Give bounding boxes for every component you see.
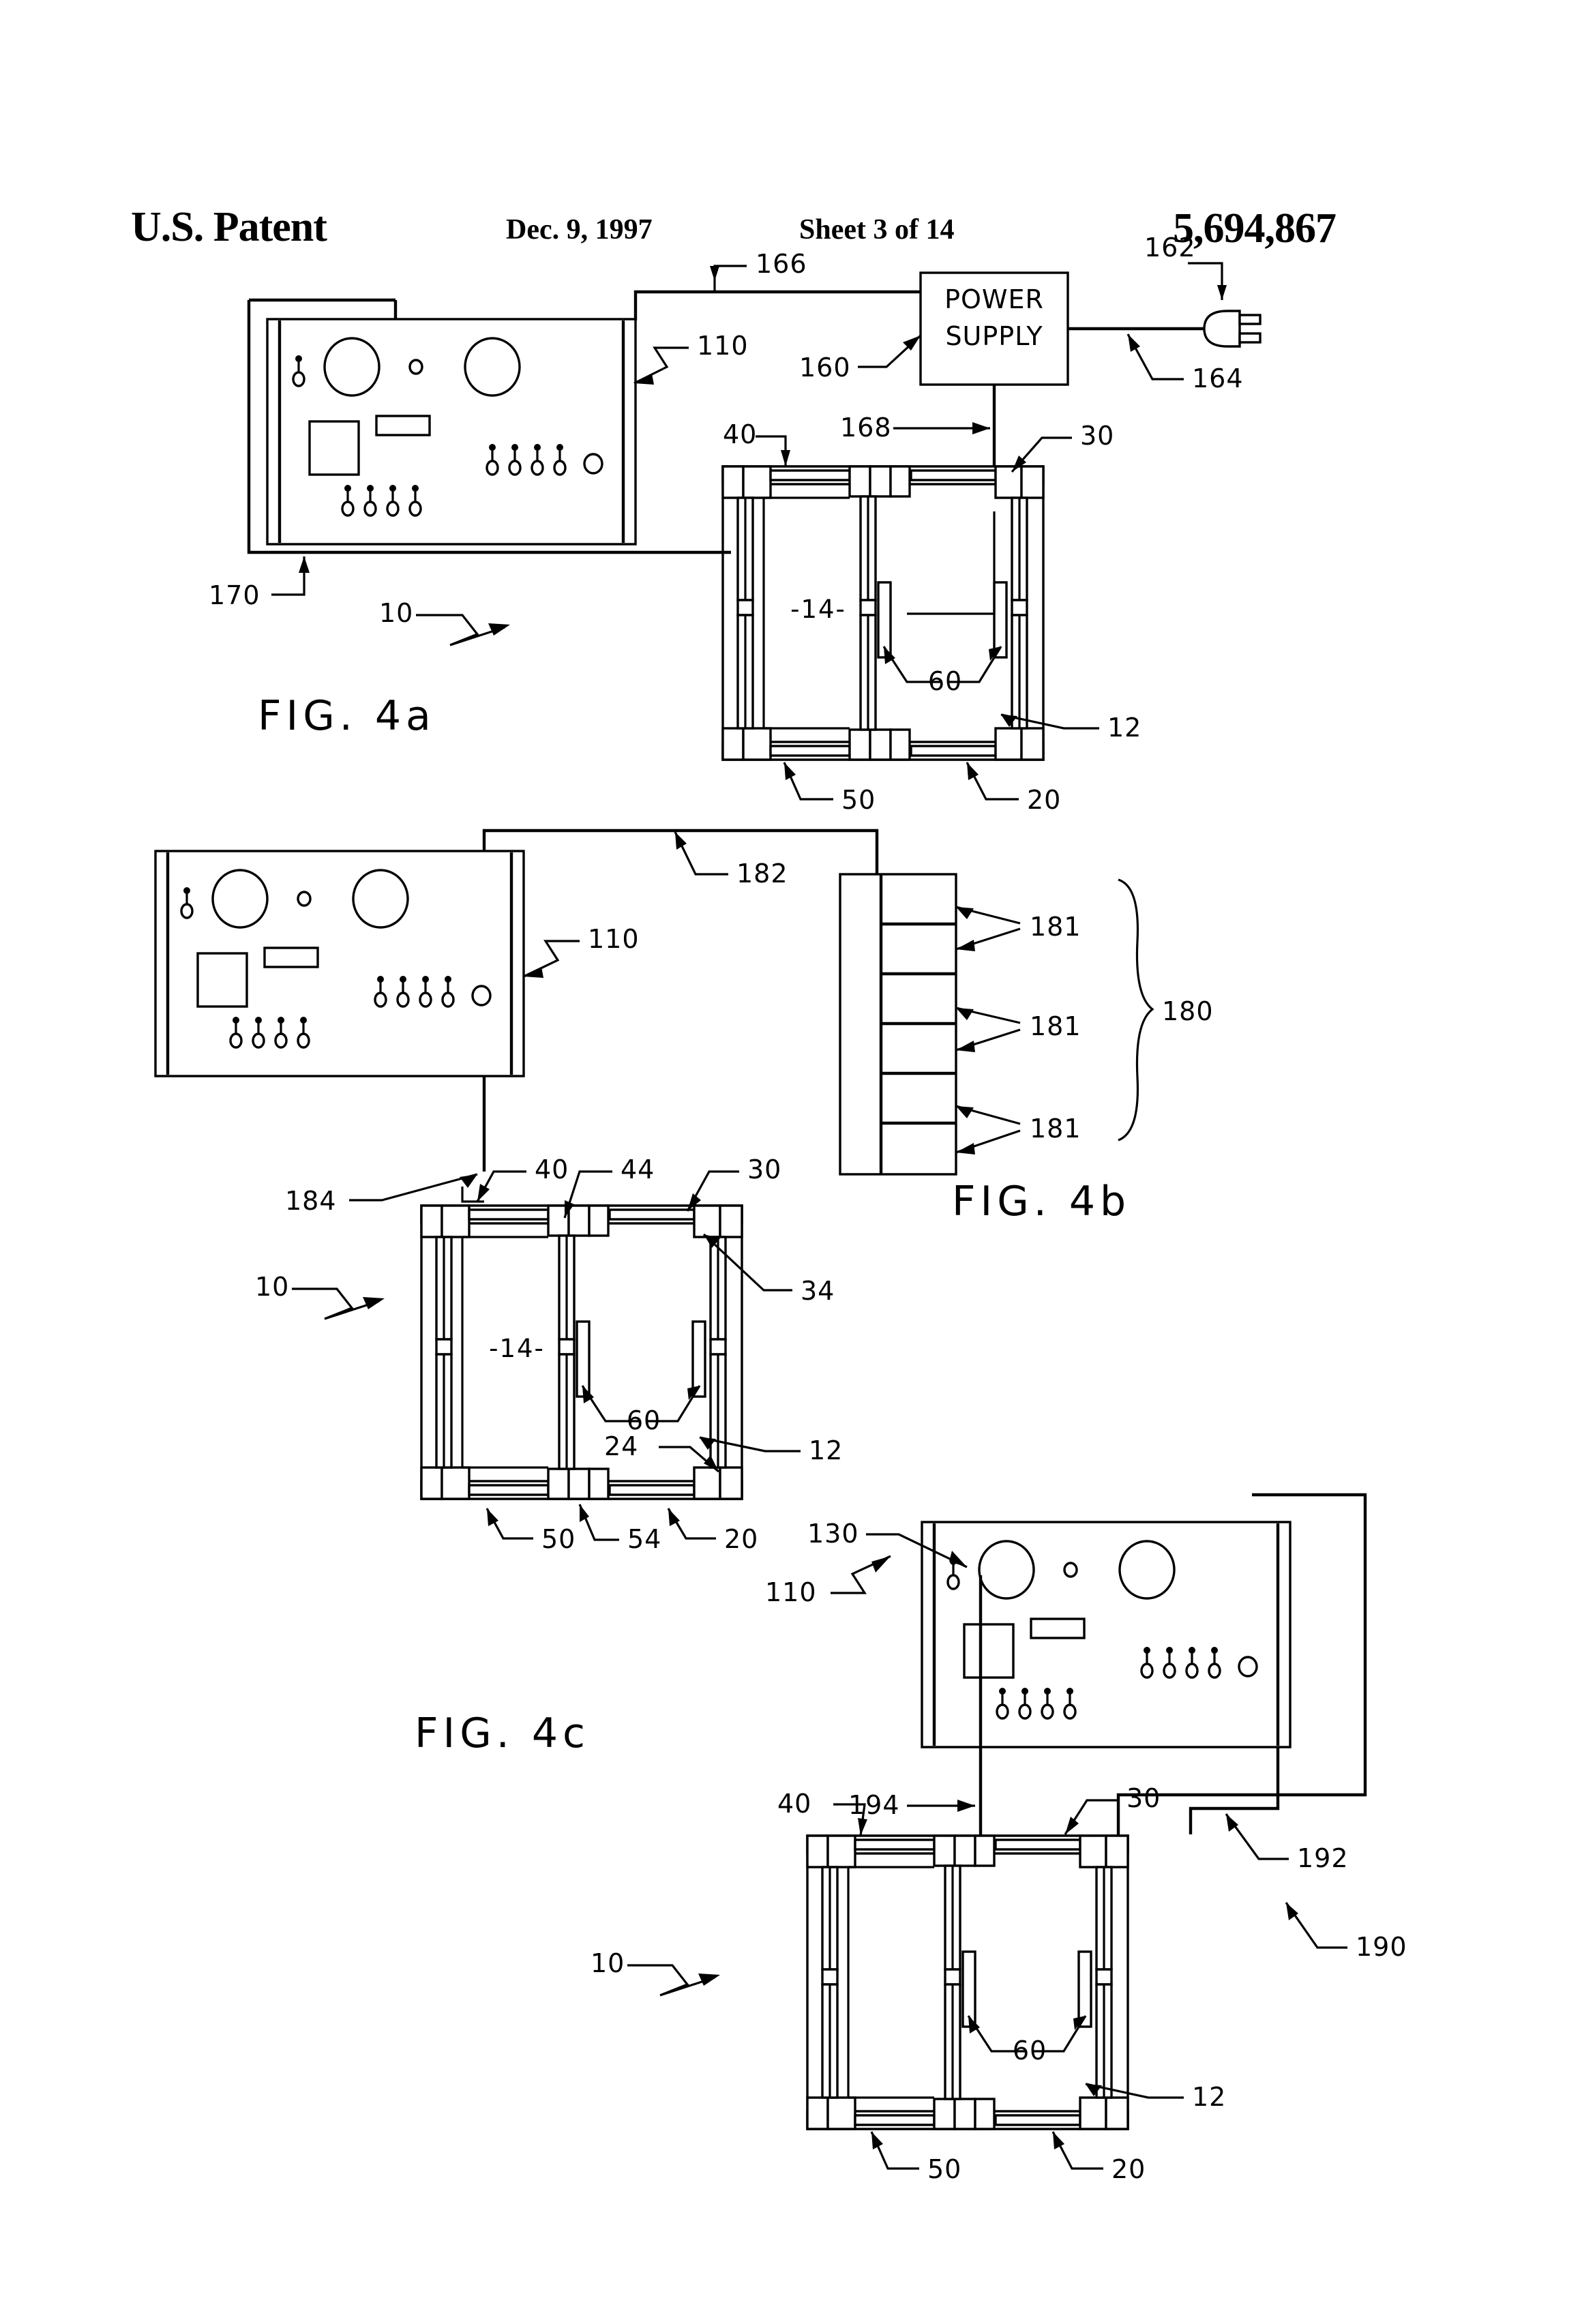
- ref-110: 110: [697, 331, 749, 361]
- figure-4c: 130 110 40 194 30 192 190 10 60 12 50 20…: [415, 1493, 1407, 2184]
- ref-130: 130: [807, 1519, 859, 1549]
- ref-50-4a: 50: [841, 785, 876, 815]
- ref-192: 192: [1297, 1843, 1349, 1873]
- leader-50-4c: [870, 2131, 919, 2170]
- cell-label-14-4b: -14-: [489, 1334, 545, 1363]
- leader-54: [578, 1504, 619, 1541]
- leader-50-4a: [783, 762, 833, 801]
- frame-assembly-4b: -14-: [420, 1204, 743, 1500]
- ref-10-4b: 10: [255, 1272, 289, 1302]
- ref-168: 168: [840, 413, 892, 443]
- ref-20-4c: 20: [1111, 2154, 1146, 2184]
- ref-34: 34: [801, 1276, 835, 1306]
- ref-194: 194: [848, 1790, 900, 1820]
- leader-170: [271, 556, 305, 596]
- ref-181-top: 181: [1030, 912, 1081, 942]
- ref-110-4c: 110: [765, 1577, 817, 1607]
- signal-cable-166: [633, 290, 921, 321]
- power-supply-label-line2: SUPPLY: [945, 321, 1043, 351]
- cable-182: [482, 829, 879, 874]
- figure-4a: POWER SUPPLY -14- 166 162 110 160 164 16…: [209, 233, 1262, 815]
- leader-190: [1285, 1902, 1347, 1949]
- ref-182: 182: [736, 859, 788, 889]
- ref-40-4c: 40: [777, 1789, 811, 1819]
- ref-10-4a: 10: [379, 598, 413, 628]
- ref-40-4b: 40: [535, 1154, 569, 1185]
- figure-caption-4c: FIG. 4c: [415, 1710, 590, 1757]
- control-panel-4a[interactable]: [267, 319, 636, 544]
- ref-12-4a: 12: [1107, 713, 1141, 743]
- figure-4b: -14- 182 181 181 181 180 110 184 40 44 3…: [155, 829, 1214, 1554]
- leader-184: [349, 1173, 478, 1202]
- leader-20-4c: [1051, 2131, 1103, 2170]
- leader-110: [633, 346, 689, 385]
- ref-54: 54: [627, 1524, 661, 1554]
- ref-50-4c: 50: [927, 2154, 961, 2184]
- leader-40-4a: [756, 435, 787, 466]
- ref-24-4b: 24: [604, 1431, 638, 1461]
- ref-30-4a: 30: [1080, 421, 1114, 451]
- leader-30-4c: [1064, 1799, 1118, 1835]
- leader-50-4b: [486, 1508, 533, 1540]
- power-plug-162: [1203, 310, 1262, 348]
- ref-180: 180: [1162, 996, 1214, 1026]
- leader-192: [1225, 1813, 1289, 1860]
- brace-180: [1118, 878, 1154, 1142]
- ref-110-4b: 110: [588, 924, 640, 954]
- leader-20-4b: [667, 1508, 716, 1540]
- ref-184: 184: [285, 1186, 337, 1216]
- ref-181-middle: 181: [1030, 1011, 1081, 1041]
- ref-164: 164: [1192, 363, 1244, 393]
- ref-44: 44: [621, 1154, 655, 1185]
- ref-162: 162: [1144, 233, 1196, 263]
- figures-svg: POWER SUPPLY -14- 166 162 110 160 164 16…: [0, 233, 1407, 2184]
- patent-drawing-sheet: POWER SUPPLY -14- 166 162 110 160 164 16…: [0, 0, 1582, 2324]
- ref-30-4c: 30: [1126, 1783, 1161, 1813]
- ref-60-4a: 60: [928, 666, 962, 696]
- ref-10-4c: 10: [591, 1948, 625, 1978]
- leader-20-4a: [966, 762, 1019, 801]
- leader-164: [1126, 333, 1184, 381]
- ref-60-4c: 60: [1013, 2036, 1047, 2066]
- leader-182: [674, 831, 728, 876]
- ref-30-4b: 30: [747, 1154, 781, 1185]
- power-supply-label-line1: POWER: [944, 284, 1044, 314]
- cell-label-14: -14-: [790, 595, 846, 624]
- ref-166: 166: [756, 249, 807, 279]
- leader-166: [713, 265, 747, 292]
- ref-20-4b: 20: [724, 1524, 758, 1554]
- ref-190: 190: [1356, 1932, 1407, 1962]
- ref-50-4b: 50: [541, 1524, 576, 1554]
- ref-12-4c: 12: [1192, 2082, 1226, 2112]
- ref-170: 170: [209, 580, 260, 610]
- module-stack-180: [839, 873, 957, 1176]
- ref-12-4b: 12: [809, 1435, 843, 1465]
- ref-20-4a: 20: [1027, 785, 1061, 815]
- leader-162: [1188, 262, 1223, 300]
- control-panel-4c[interactable]: [922, 1522, 1290, 1747]
- figure-caption-4b: FIG. 4b: [952, 1178, 1131, 1225]
- ref-40-4a: 40: [723, 419, 757, 449]
- leader-110-4b: [523, 940, 580, 978]
- frame-assembly-4c: [806, 1834, 1129, 2130]
- control-panel-4b[interactable]: [155, 851, 524, 1076]
- ref-160: 160: [799, 353, 851, 383]
- ref-181-bottom: 181: [1030, 1114, 1081, 1144]
- figure-caption-4a: FIG. 4a: [258, 692, 436, 740]
